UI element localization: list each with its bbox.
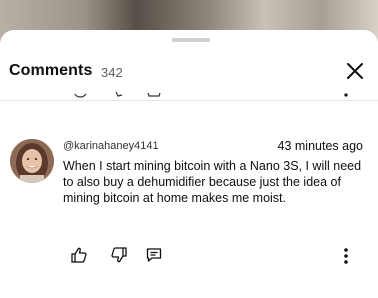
more-vertical-icon[interactable] — [342, 92, 350, 106]
thumbs-up-icon[interactable] — [73, 92, 89, 106]
reply-icon[interactable] — [146, 92, 162, 106]
previous-comment-actions — [0, 92, 378, 106]
more-options-button[interactable] — [336, 246, 356, 266]
like-button[interactable] — [70, 246, 90, 266]
thumbs-down-icon[interactable] — [112, 92, 128, 106]
reply-icon — [146, 248, 162, 262]
close-icon — [347, 63, 363, 79]
comment-text: When I start mining bitcoin with a Nano … — [63, 159, 362, 205]
header-divider — [0, 100, 378, 101]
thumbs-down-icon — [111, 247, 127, 263]
comment-actions — [0, 246, 378, 270]
reply-button[interactable] — [145, 246, 165, 266]
close-button[interactable] — [344, 60, 366, 82]
comment-author[interactable]: @karinahaney4141 — [63, 140, 159, 152]
comments-title: Comments — [9, 62, 93, 79]
comments-count: 342 — [101, 65, 123, 80]
dislike-button[interactable] — [110, 246, 130, 266]
thumbs-up-icon — [71, 247, 87, 263]
drag-handle[interactable] — [172, 38, 210, 42]
comment-item: @karinahaney4141 43 minutes ago When I s… — [0, 136, 378, 276]
comment-timestamp: 43 minutes ago — [277, 139, 363, 153]
avatar-image — [10, 139, 54, 183]
avatar[interactable] — [10, 139, 54, 183]
more-vertical-icon — [344, 248, 348, 264]
